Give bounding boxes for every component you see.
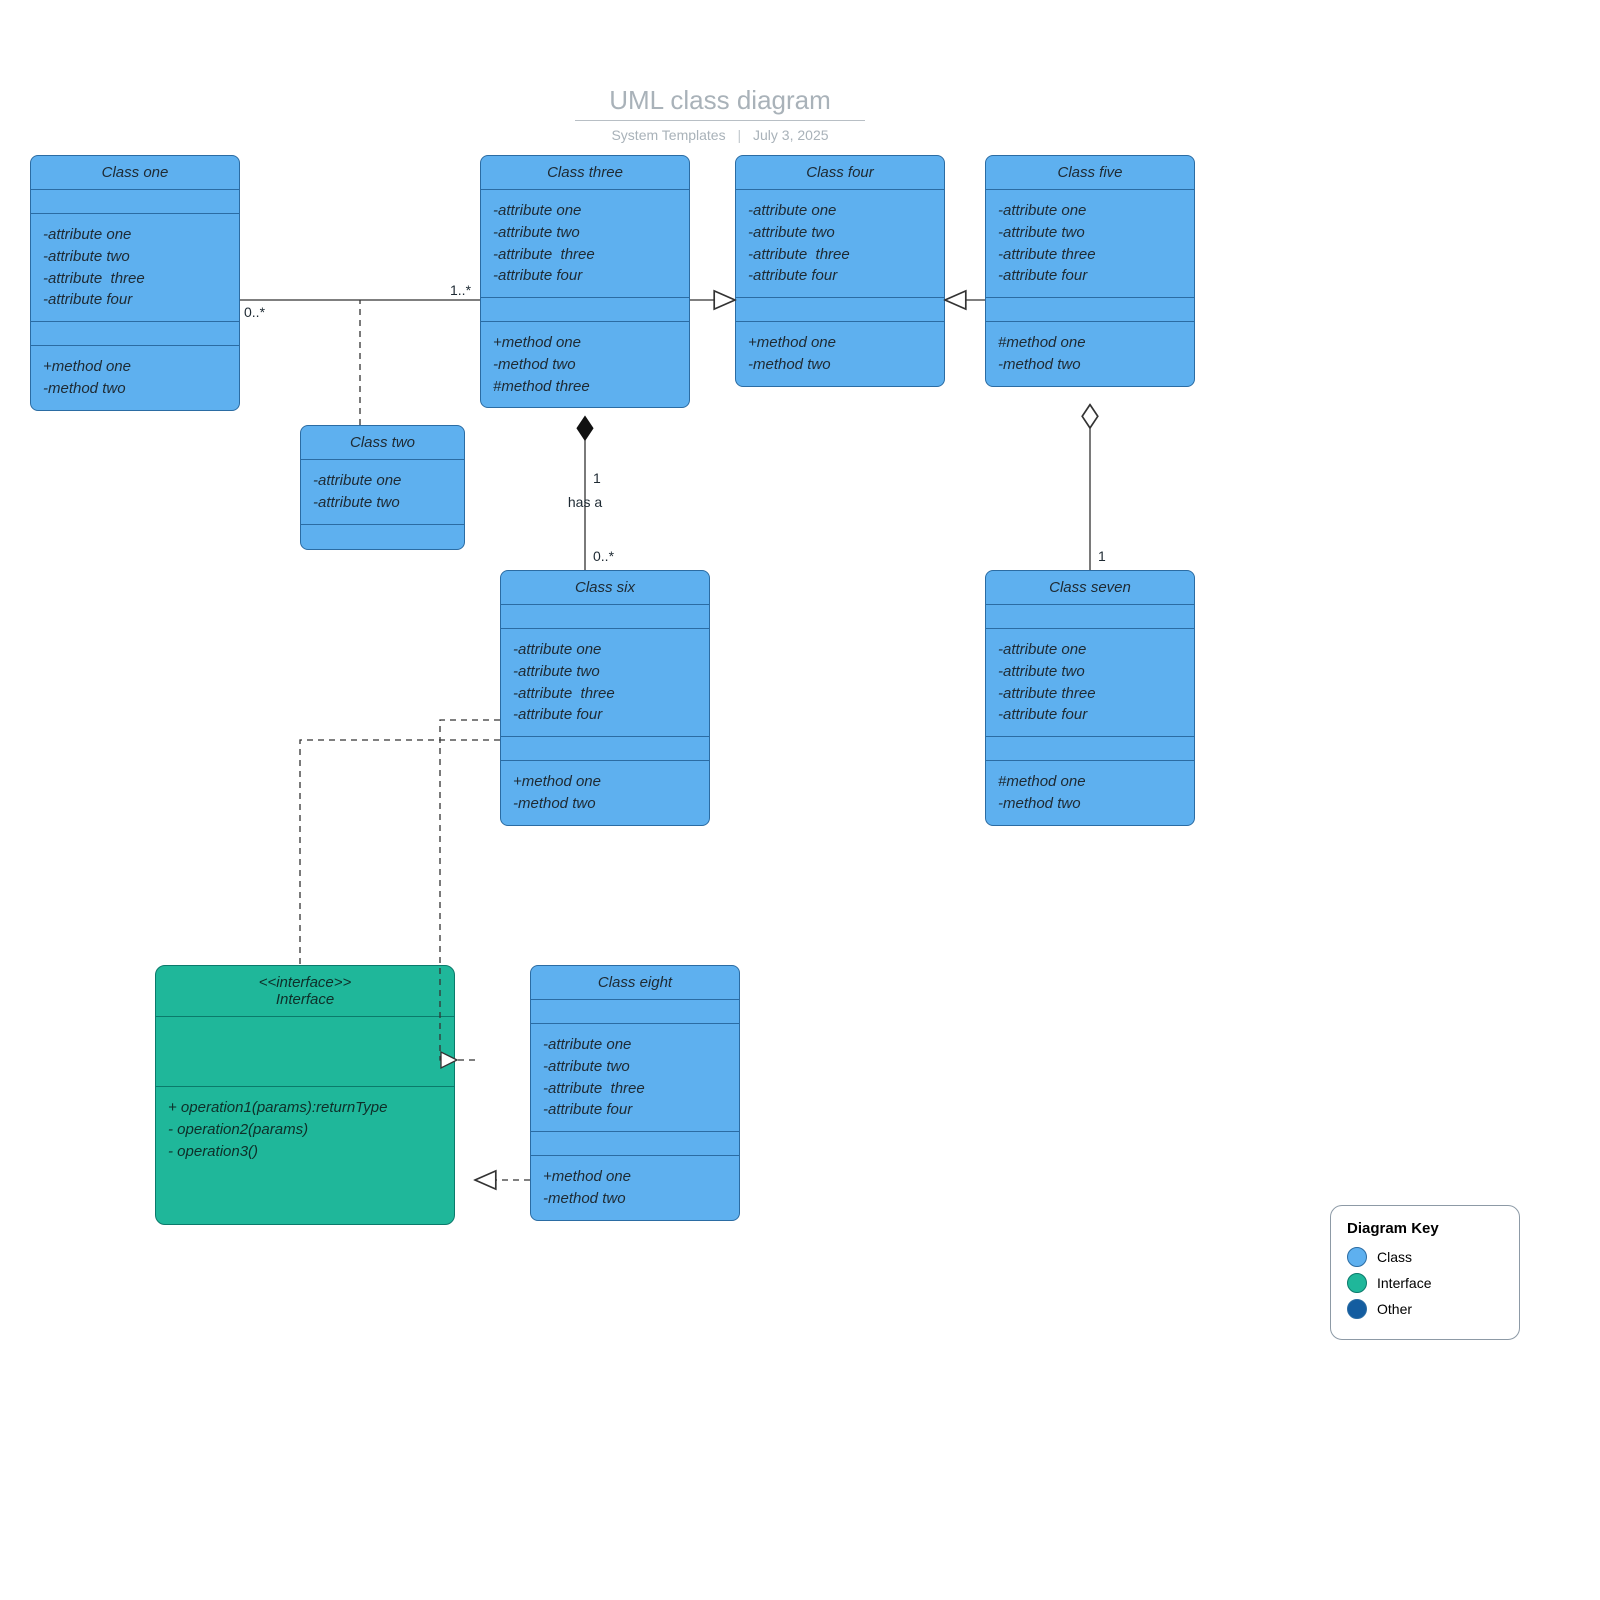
class-seven-blank2: [986, 737, 1194, 761]
class-swatch-icon: [1347, 1247, 1367, 1267]
class-five-methods: #method one -method two: [986, 322, 1194, 386]
interface-stereotype: <<interface>>: [162, 974, 448, 991]
class-six-attrs: -attribute one -attribute two -attribute…: [501, 629, 709, 737]
legend-label-class: Class: [1377, 1249, 1412, 1265]
legend-title: Diagram Key: [1347, 1220, 1503, 1237]
class-two-name: Class two: [301, 426, 464, 460]
class-three-box[interactable]: Class three -attribute one -attribute tw…: [480, 155, 690, 408]
interface-name: Interface: [162, 991, 448, 1008]
class-one-methods: +method one -method two: [31, 346, 239, 410]
class-one-blank: [31, 190, 239, 214]
legend-row-other: Other: [1347, 1299, 1503, 1319]
class-eight-name: Class eight: [531, 966, 739, 1000]
interface-ops: + operation1(params):returnType - operat…: [156, 1087, 454, 1172]
other-swatch-icon: [1347, 1299, 1367, 1319]
class-four-box[interactable]: Class four -attribute one -attribute two…: [735, 155, 945, 387]
class-one-name: Class one: [31, 156, 239, 190]
class-two-box[interactable]: Class two -attribute one -attribute two: [300, 425, 465, 550]
assoc-mult-right: 1..*: [450, 282, 471, 298]
class-one-attrs: -attribute one -attribute two -attribute…: [31, 214, 239, 322]
class-six-blank: [501, 605, 709, 629]
comp-rel-label: has a: [565, 495, 605, 510]
class-three-blank: [481, 298, 689, 322]
assoc-mult-left: 0..*: [244, 304, 265, 320]
class-eight-blank2: [531, 1132, 739, 1156]
class-five-blank: [986, 298, 1194, 322]
comp-mult-top: 1: [593, 470, 601, 486]
class-four-attrs: -attribute one -attribute two -attribute…: [736, 190, 944, 298]
diagram-key: Diagram Key Class Interface Other: [1330, 1205, 1520, 1340]
class-two-blank: [301, 525, 464, 549]
class-four-methods: +method one -method two: [736, 322, 944, 386]
class-five-attrs: -attribute one -attribute two -attribute…: [986, 190, 1194, 298]
interface-swatch-icon: [1347, 1273, 1367, 1293]
class-three-methods: +method one -method two #method three: [481, 322, 689, 407]
diagram-canvas: Class one -attribute one -attribute two …: [0, 0, 1600, 1600]
legend-row-interface: Interface: [1347, 1273, 1503, 1293]
class-five-box[interactable]: Class five -attribute one -attribute two…: [985, 155, 1195, 387]
interface-header: <<interface>> Interface: [156, 966, 454, 1017]
class-four-name: Class four: [736, 156, 944, 190]
class-six-blank2: [501, 737, 709, 761]
class-seven-blank: [986, 605, 1194, 629]
agg-mult-bot: 1: [1098, 548, 1106, 564]
class-two-attrs: -attribute one -attribute two: [301, 460, 464, 525]
class-eight-blank: [531, 1000, 739, 1024]
class-five-name: Class five: [986, 156, 1194, 190]
comp-mult-bot: 0..*: [593, 548, 614, 564]
class-eight-attrs: -attribute one -attribute two -attribute…: [531, 1024, 739, 1132]
class-seven-methods: #method one -method two: [986, 761, 1194, 825]
class-six-methods: +method one -method two: [501, 761, 709, 825]
class-seven-attrs: -attribute one -attribute two -attribute…: [986, 629, 1194, 737]
class-eight-methods: +method one -method two: [531, 1156, 739, 1220]
class-eight-box[interactable]: Class eight -attribute one -attribute tw…: [530, 965, 740, 1221]
class-six-name: Class six: [501, 571, 709, 605]
legend-label-interface: Interface: [1377, 1275, 1431, 1291]
class-six-box[interactable]: Class six -attribute one -attribute two …: [500, 570, 710, 826]
class-four-blank: [736, 298, 944, 322]
class-three-name: Class three: [481, 156, 689, 190]
interface-blank: [156, 1017, 454, 1087]
class-seven-box[interactable]: Class seven -attribute one -attribute tw…: [985, 570, 1195, 826]
legend-label-other: Other: [1377, 1301, 1412, 1317]
class-one-box[interactable]: Class one -attribute one -attribute two …: [30, 155, 240, 411]
class-seven-name: Class seven: [986, 571, 1194, 605]
legend-row-class: Class: [1347, 1247, 1503, 1267]
interface-box[interactable]: <<interface>> Interface + operation1(par…: [155, 965, 455, 1225]
class-one-blank2: [31, 322, 239, 346]
class-three-attrs: -attribute one -attribute two -attribute…: [481, 190, 689, 298]
